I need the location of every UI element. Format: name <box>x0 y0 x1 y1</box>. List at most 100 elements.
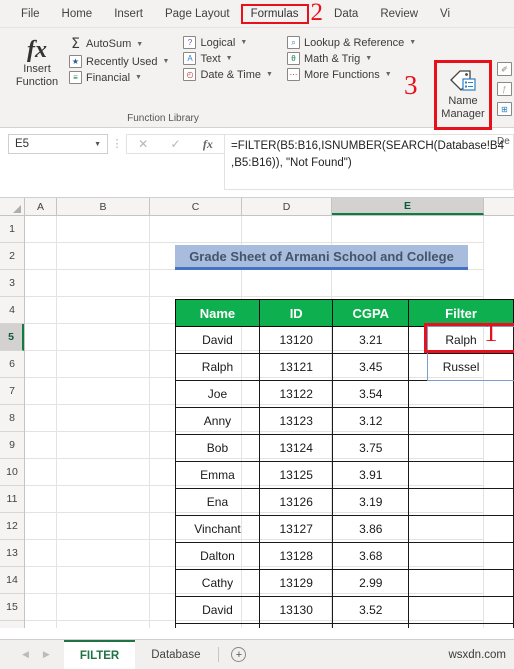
table-cell-cgpa[interactable]: 3.46 <box>332 623 410 628</box>
table-cell-cgpa[interactable]: 3.45 <box>332 353 410 381</box>
grid-cell[interactable] <box>25 540 57 567</box>
table-cell-id[interactable]: 13130 <box>258 596 334 624</box>
row-header-7[interactable]: 7 <box>0 378 24 405</box>
table-cell-id[interactable]: 13120 <box>258 326 334 354</box>
ribbon-tab-home[interactable]: Home <box>51 4 104 24</box>
table-cell-cgpa[interactable]: 3.86 <box>332 515 410 543</box>
insert-function-button[interactable]: fx Insert Function <box>8 33 66 89</box>
enter-icon[interactable]: ✓ <box>170 137 180 151</box>
grid-cell[interactable] <box>57 324 150 351</box>
sheet-tab-database[interactable]: Database <box>135 640 217 669</box>
use-in-formula-icon[interactable]: ƒ <box>497 82 512 96</box>
grid-cell[interactable] <box>57 405 150 432</box>
table-cell-id[interactable]: 13131 <box>258 623 334 628</box>
table-cell-filter[interactable] <box>408 407 514 435</box>
table-cell-cgpa[interactable]: 3.52 <box>332 596 410 624</box>
column-header-c[interactable]: C <box>150 198 242 215</box>
ribbon-tab-file[interactable]: File <box>10 4 51 24</box>
grid-cell[interactable] <box>25 243 57 270</box>
ribbon-tab-page-layout[interactable]: Page Layout <box>154 4 241 24</box>
column-header-d[interactable]: D <box>242 198 332 215</box>
grid-cell[interactable] <box>25 405 57 432</box>
grid-cell[interactable] <box>25 432 57 459</box>
table-cell-name[interactable]: Emma <box>175 461 260 489</box>
grid-cell[interactable] <box>57 216 150 243</box>
table-cell-id[interactable]: 13128 <box>258 542 334 570</box>
grid-cell[interactable] <box>57 351 150 378</box>
sheet-tab-filter[interactable]: FILTER <box>63 640 136 669</box>
grid-cell[interactable] <box>332 216 484 243</box>
text-button[interactable]: A Text ▼ <box>180 51 275 66</box>
date-time-button[interactable]: ◴ Date & Time ▼ <box>180 67 275 82</box>
name-box[interactable]: E5 ▼ <box>8 134 108 154</box>
cancel-icon[interactable]: ✕ <box>138 137 148 151</box>
grid-cell[interactable] <box>150 216 242 243</box>
create-from-selection-icon[interactable]: ⊞ <box>497 102 512 116</box>
grid-cell[interactable] <box>25 459 57 486</box>
table-cell-name[interactable]: Dalton <box>175 542 260 570</box>
table-cell-filter[interactable] <box>408 380 514 408</box>
grid-cell[interactable] <box>332 270 484 297</box>
table-cell-id[interactable]: 13124 <box>258 434 334 462</box>
table-cell-name[interactable]: Ralph <box>175 353 260 381</box>
table-cell-id[interactable]: 13127 <box>258 515 334 543</box>
grid-cell[interactable] <box>25 216 57 243</box>
table-cell-filter[interactable] <box>408 515 514 543</box>
ribbon-tab-insert[interactable]: Insert <box>103 4 154 24</box>
grid-cell[interactable] <box>242 270 332 297</box>
table-cell-filter[interactable] <box>408 623 514 628</box>
grid-cell[interactable] <box>25 621 57 628</box>
row-header-10[interactable]: 10 <box>0 459 24 486</box>
table-cell-name[interactable]: David <box>175 596 260 624</box>
ribbon-tab-formulas[interactable]: Formulas <box>240 3 309 24</box>
table-cell-name[interactable]: David <box>175 326 260 354</box>
table-cell-cgpa[interactable]: 3.12 <box>332 407 410 435</box>
row-header-8[interactable]: 8 <box>0 405 24 432</box>
row-header-9[interactable]: 9 <box>0 432 24 459</box>
table-cell-cgpa[interactable]: 3.54 <box>332 380 410 408</box>
row-header-13[interactable]: 13 <box>0 540 24 567</box>
grid-cell[interactable] <box>57 270 150 297</box>
grid-cell[interactable] <box>57 432 150 459</box>
financial-button[interactable]: ≡ Financial ▼ <box>66 70 172 85</box>
column-header-a[interactable]: A <box>25 198 57 215</box>
grid-cell[interactable] <box>57 513 150 540</box>
grid-cell[interactable] <box>57 459 150 486</box>
table-cell-id[interactable]: 13122 <box>258 380 334 408</box>
table-cell-cgpa[interactable]: 3.68 <box>332 542 410 570</box>
autosum-button[interactable]: Σ AutoSum ▼ <box>66 35 172 53</box>
row-header-3[interactable]: 3 <box>0 270 24 297</box>
grid-cell[interactable] <box>25 270 57 297</box>
row-header-14[interactable]: 14 <box>0 567 24 594</box>
select-all-corner[interactable] <box>0 198 25 215</box>
table-cell-id[interactable]: 13121 <box>258 353 334 381</box>
grid-cell[interactable] <box>242 216 332 243</box>
table-cell-cgpa[interactable]: 3.19 <box>332 488 410 516</box>
table-cell-filter[interactable]: Ralph <box>408 326 514 354</box>
row-header-11[interactable]: 11 <box>0 486 24 513</box>
logical-button[interactable]: ? Logical ▼ <box>180 35 275 50</box>
grid-cell[interactable] <box>25 567 57 594</box>
ribbon-tab-data[interactable]: Data <box>323 4 369 24</box>
table-cell-filter[interactable] <box>408 569 514 597</box>
ribbon-tab-review[interactable]: Review <box>369 4 429 24</box>
table-cell-name[interactable]: Cathy <box>175 569 260 597</box>
more-functions-button[interactable]: ⋯ More Functions ▼ <box>284 67 419 82</box>
grid-cell[interactable] <box>57 297 150 324</box>
table-cell-filter[interactable]: Russel <box>408 353 514 381</box>
grid-cell[interactable] <box>25 297 57 324</box>
table-cell-name[interactable]: Russel <box>175 623 260 628</box>
grid-cell[interactable] <box>57 486 150 513</box>
table-cell-cgpa[interactable]: 3.21 <box>332 326 410 354</box>
name-manager-button[interactable]: Name Manager <box>434 60 492 130</box>
table-cell-cgpa[interactable]: 2.99 <box>332 569 410 597</box>
table-cell-cgpa[interactable]: 3.91 <box>332 461 410 489</box>
table-cell-id[interactable]: 13126 <box>258 488 334 516</box>
define-name-icon[interactable]: ✐ <box>497 62 512 76</box>
table-cell-id[interactable]: 13129 <box>258 569 334 597</box>
grid-cell[interactable] <box>25 513 57 540</box>
grid-cell[interactable] <box>150 270 242 297</box>
row-header-12[interactable]: 12 <box>0 513 24 540</box>
row-header-5[interactable]: 5 <box>0 324 24 351</box>
grid-cell[interactable] <box>57 540 150 567</box>
